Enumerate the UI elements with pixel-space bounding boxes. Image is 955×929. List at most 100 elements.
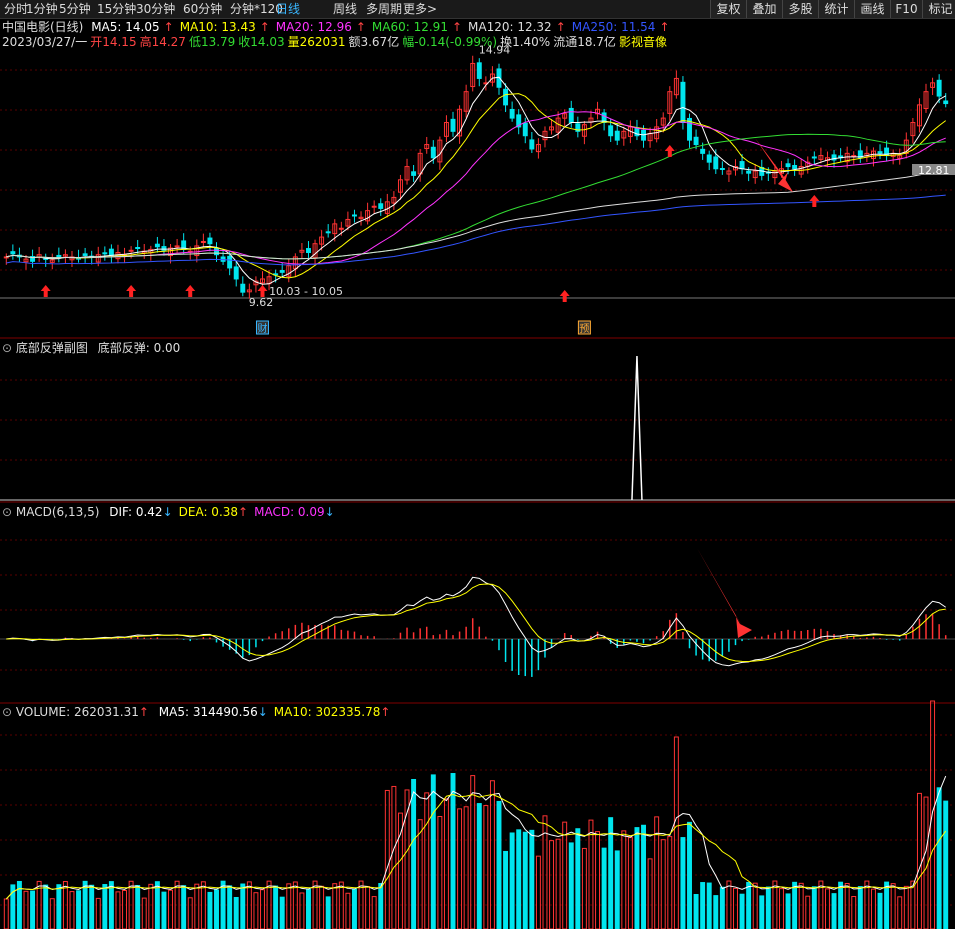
candle-body xyxy=(680,81,686,124)
candle-body xyxy=(719,167,725,170)
candle-body xyxy=(936,79,942,97)
candle-body xyxy=(233,266,239,280)
candle-body xyxy=(522,122,528,137)
volume-bar xyxy=(227,885,233,929)
buy-signal-arrow xyxy=(664,145,675,157)
candle-body xyxy=(792,165,798,170)
volume-bar xyxy=(338,881,344,929)
volume-bar xyxy=(148,883,154,929)
volume-bar xyxy=(135,884,141,929)
volume-bar xyxy=(161,891,167,929)
volume-bar xyxy=(457,808,463,929)
candle-body xyxy=(371,205,377,208)
volume-bar xyxy=(647,858,653,929)
volume-bar xyxy=(575,828,581,929)
volume-bar xyxy=(279,896,285,929)
volume-bar xyxy=(207,891,213,929)
volume-bar xyxy=(844,882,850,929)
candle-body xyxy=(108,248,114,257)
candle-body xyxy=(608,125,614,137)
volume-bar xyxy=(746,881,752,929)
candle-body xyxy=(693,136,699,146)
candle-body xyxy=(154,243,160,248)
volume-bar xyxy=(108,881,114,929)
candle-body xyxy=(614,130,620,141)
volume-bar xyxy=(489,780,495,929)
volume-bar xyxy=(693,894,699,929)
volume-bar xyxy=(325,896,331,929)
volume-bar xyxy=(503,850,509,929)
volume-bar xyxy=(851,896,857,929)
volume-bar xyxy=(417,819,423,929)
volume-bar xyxy=(765,886,771,929)
volume-bar xyxy=(581,847,587,929)
ma120-line xyxy=(6,169,946,260)
candle-body xyxy=(128,249,134,252)
volume-bar xyxy=(443,798,449,929)
volume-bar xyxy=(30,890,36,929)
candle-body xyxy=(476,62,482,79)
volume-bar xyxy=(621,830,627,929)
candle-body xyxy=(207,237,213,245)
candle-body xyxy=(943,100,949,105)
volume-bar xyxy=(483,805,489,929)
volume-bar xyxy=(903,885,909,929)
volume-bar xyxy=(897,896,903,929)
volume-bar xyxy=(792,881,798,929)
volume-bar xyxy=(923,796,929,929)
ma60-line xyxy=(6,133,946,260)
candle-body xyxy=(325,231,331,234)
candle-body xyxy=(214,247,219,256)
volume-bar xyxy=(430,774,436,929)
volume-bar xyxy=(943,800,949,929)
candle-body xyxy=(706,154,712,163)
candle-body xyxy=(411,171,417,176)
volume-bar xyxy=(857,886,863,929)
candle-body xyxy=(102,252,108,255)
candle-body xyxy=(306,248,311,254)
volume-bar xyxy=(890,883,896,929)
volume-bar xyxy=(568,842,574,929)
candle-body xyxy=(450,118,456,132)
volume-bar xyxy=(115,891,121,929)
candle-body xyxy=(568,107,574,124)
candle-body xyxy=(338,227,344,230)
volume-bar xyxy=(76,890,82,929)
candle-body xyxy=(135,247,141,250)
volume-bar xyxy=(3,898,9,929)
volume-ma5-line xyxy=(5,775,947,900)
buy-signal-arrow xyxy=(809,195,820,207)
candle-body xyxy=(503,88,509,106)
volume-bar xyxy=(470,775,476,929)
candle-body xyxy=(227,255,233,269)
volume-bar xyxy=(273,885,279,929)
volume-bar xyxy=(220,880,226,929)
volume-bar xyxy=(56,884,62,929)
volume-bar xyxy=(345,892,351,929)
volume-bar xyxy=(601,847,607,929)
dif-line xyxy=(6,576,946,667)
volume-bar xyxy=(739,893,745,929)
stock-chart[interactable]: 14.949.6210.03 - 10.0512.81财预 xyxy=(0,0,955,929)
bottom-rebound-spike xyxy=(631,355,643,501)
high-annotation: 14.94 xyxy=(479,43,511,56)
volume-bar xyxy=(437,815,443,929)
volume-bar xyxy=(240,883,246,929)
volume-bar xyxy=(141,897,147,929)
volume-bar xyxy=(404,789,410,929)
volume-ma10-line xyxy=(5,793,947,900)
candle-body xyxy=(529,139,535,150)
volume-bar xyxy=(378,883,384,929)
volume-bar xyxy=(752,882,758,929)
candle-body xyxy=(811,156,817,159)
candle-body xyxy=(10,251,16,255)
volume-bar xyxy=(759,895,765,929)
volume-bar xyxy=(824,888,830,929)
volume-bar xyxy=(102,884,108,929)
last-price-annotation: 12.81 xyxy=(918,164,950,177)
volume-bar xyxy=(555,838,561,929)
volume-bar xyxy=(916,792,922,929)
volume-bar xyxy=(384,789,390,929)
range-annotation: 10.03 - 10.05 xyxy=(269,285,343,298)
volume-bar xyxy=(522,831,528,929)
